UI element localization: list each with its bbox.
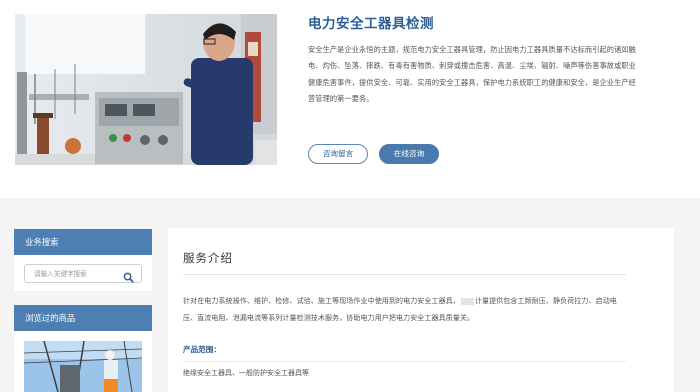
search-box: [24, 264, 142, 283]
product-hero: 电力安全工器具检测 安全生产是企业永恒的主题，规范电力安全工器具管理，防止因电力…: [0, 0, 700, 198]
product-title: 电力安全工器具检测: [308, 16, 434, 32]
service-intro-card: 服务介绍 针对在电力系统操作、维护、检修、试验、施工等现场作业中使用到的电力安全…: [168, 228, 674, 392]
online-consult-button[interactable]: 在线咨询: [379, 144, 439, 164]
redacted-text: [460, 297, 474, 305]
consult-message-button[interactable]: 咨询留言: [308, 144, 368, 164]
browsed-product-thumbnail[interactable]: [24, 341, 142, 392]
product-scope-title: 产品范围：: [183, 345, 221, 354]
browsed-products-header: 浏览过的商品: [14, 305, 152, 331]
business-search-panel: [14, 255, 152, 291]
browsed-products-panel: [14, 331, 152, 392]
service-intro-title: 服务介绍: [183, 251, 233, 265]
service-intro-text: 针对在电力系统操作、维护、检修、试验、施工等现场作业中使用到的电力安全工器具，计…: [183, 293, 628, 327]
service-intro-text-part1: 针对在电力系统操作、维护、检修、试验、施工等现场作业中使用到的电力安全工器具，: [183, 297, 460, 305]
search-icon[interactable]: [123, 268, 134, 283]
product-photo: [15, 14, 277, 165]
business-search-header: 业务搜索: [14, 229, 152, 255]
lower-section: 业务搜索 浏览过的商品: [0, 198, 700, 392]
divider: [183, 361, 626, 362]
product-scope-text: 绝缘安全工器具、一般防护安全工器具等: [183, 369, 309, 377]
divider: [183, 274, 626, 275]
search-input[interactable]: [25, 265, 121, 282]
product-description: 安全生产是企业永恒的主题，规范电力安全工器具管理，防止因电力工器具质量不达标而引…: [308, 45, 636, 104]
